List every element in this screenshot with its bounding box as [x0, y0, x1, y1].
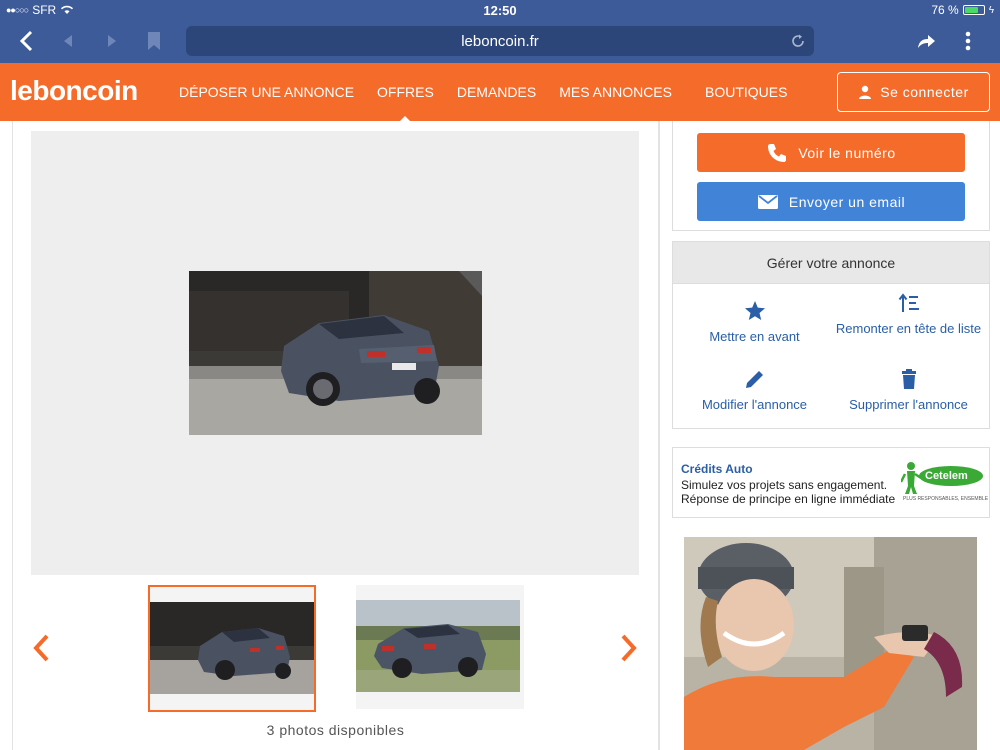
bump-ad-label: Remonter en tête de liste — [835, 321, 982, 336]
reload-icon[interactable] — [790, 33, 806, 49]
cetelem-slogan: PLUS RESPONSABLES, ENSEMBLE — [903, 496, 989, 502]
more-vertical-icon — [965, 31, 971, 51]
credit-ad-title: Crédits Auto — [681, 462, 753, 476]
phone-icon — [768, 143, 787, 162]
thumbnail-1[interactable] — [148, 585, 316, 712]
chevron-right-icon — [621, 634, 637, 662]
thumbnail-strip — [13, 585, 658, 715]
star-icon — [675, 300, 834, 324]
clock: 12:50 — [483, 3, 517, 18]
share-button[interactable] — [910, 26, 942, 56]
trash-icon — [829, 368, 988, 392]
url-text: leboncoin.fr — [461, 32, 539, 50]
edit-ad-label: Modifier l'annonce — [701, 397, 808, 412]
user-icon — [859, 85, 872, 99]
more-button[interactable] — [952, 26, 984, 56]
status-right: 76 % ϟ — [931, 3, 994, 17]
thumbnail-car-photo-1 — [150, 602, 314, 694]
fitness-ad-image[interactable] — [684, 537, 977, 750]
address-bar[interactable]: leboncoin.fr — [186, 26, 814, 56]
bookmark-icon — [148, 32, 160, 50]
send-email-label: Envoyer un email — [788, 193, 906, 210]
delete-ad-label: Supprimer l'annonce — [849, 397, 968, 412]
chevron-left-icon — [19, 30, 33, 52]
credit-ad-line-2: Réponse de principe en ligne immédiate — [681, 492, 896, 506]
triangle-right-icon — [108, 35, 116, 47]
thumbnail-2[interactable] — [356, 585, 524, 709]
browser-toolbar: leboncoin.fr — [0, 20, 1000, 63]
main-nav: DÉPOSER UNE ANNONCE OFFRES DEMANDES MES … — [179, 63, 810, 124]
sort-up-icon — [829, 292, 988, 316]
battery-fill — [964, 7, 979, 13]
photo-viewer[interactable] — [31, 131, 639, 575]
login-label: Se connecter — [880, 84, 969, 100]
back-button[interactable] — [10, 26, 42, 56]
nav-post-ad[interactable]: DÉPOSER UNE ANNONCE — [179, 84, 354, 100]
show-number-button[interactable]: Voir le numéro — [697, 133, 965, 172]
nav-requests[interactable]: DEMANDES — [457, 84, 536, 100]
manage-ad-box: Gérer votre annonce Mettre en avant Remo… — [672, 241, 990, 429]
charging-icon: ϟ — [988, 4, 994, 16]
ad-gallery-panel: 3 photos disponibles — [12, 121, 659, 750]
bump-ad-button[interactable]: Remonter en tête de liste — [829, 292, 988, 338]
battery-percent: 76 % — [931, 3, 959, 17]
manage-actions: Mettre en avant Remonter en tête de list… — [673, 284, 989, 428]
bookmark-button[interactable] — [138, 26, 170, 56]
main-car-photo[interactable] — [189, 271, 482, 435]
nav-shops[interactable]: BOUTIQUES — [705, 84, 787, 100]
promote-ad-button[interactable]: Mettre en avant — [675, 300, 834, 346]
credit-ad-banner[interactable]: Crédits Auto Simulez vos projets sans en… — [672, 447, 990, 518]
send-email-button[interactable]: Envoyer un email — [697, 182, 965, 221]
show-number-label: Voir le numéro — [798, 144, 896, 161]
promote-ad-label: Mettre en avant — [709, 329, 800, 344]
manage-ad-title: Gérer votre annonce — [673, 242, 989, 284]
chevron-left-icon — [33, 634, 49, 662]
delete-ad-button[interactable]: Supprimer l'annonce — [829, 368, 988, 414]
nav-my-ads[interactable]: MES ANNONCES — [559, 84, 672, 100]
edit-ad-button[interactable]: Modifier l'annonce — [675, 368, 834, 414]
nav-offers[interactable]: OFFRES — [377, 84, 434, 124]
prev-photo-button[interactable] — [29, 633, 53, 667]
forward-button[interactable] — [96, 26, 128, 56]
column-divider — [659, 121, 660, 750]
login-button[interactable]: Se connecter — [837, 72, 990, 112]
site-header: leboncoin DÉPOSER UNE ANNONCE OFFRES DEM… — [0, 63, 1000, 124]
status-bar: ●●○○○ SFR 12:50 76 % ϟ — [0, 0, 1000, 20]
photos-count: 3 photos disponibles — [266, 722, 405, 738]
prev-button[interactable] — [52, 26, 84, 56]
contact-box: Voir le numéro Envoyer un email — [672, 121, 990, 231]
cetelem-brand: Cetelem — [925, 470, 968, 482]
next-photo-button[interactable] — [617, 633, 641, 667]
share-arrow-icon — [918, 35, 935, 48]
thumbnail-car-photo-2 — [356, 600, 520, 692]
credit-ad-line-1: Simulez vos projets sans engagement. — [681, 478, 888, 492]
mail-icon — [757, 194, 778, 209]
pencil-icon — [675, 368, 834, 392]
triangle-left-icon — [64, 35, 72, 47]
battery-icon — [962, 5, 985, 15]
site-logo[interactable]: leboncoin — [10, 75, 138, 107]
